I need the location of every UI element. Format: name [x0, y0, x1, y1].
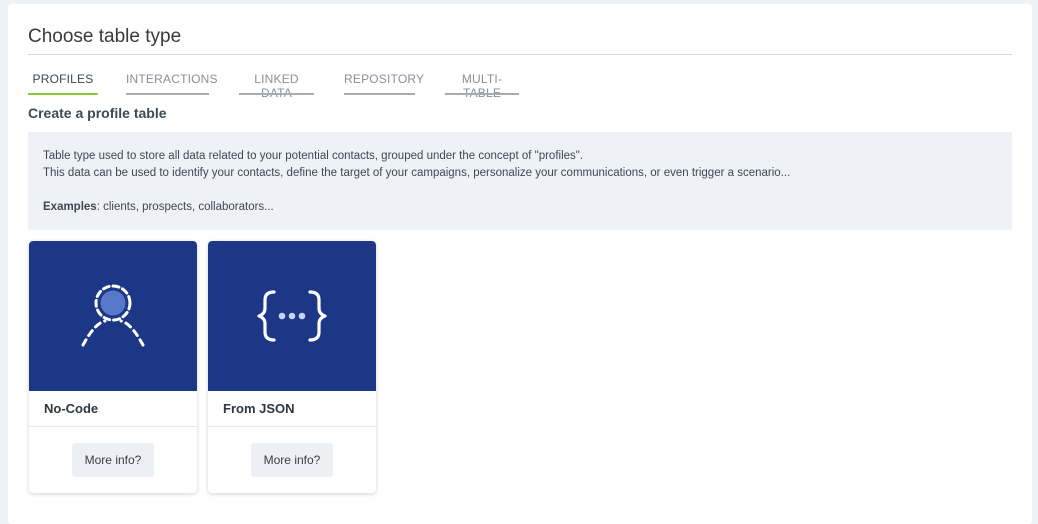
card-name: From JSON — [223, 401, 295, 416]
tab-label: LINKED DATA — [254, 72, 299, 100]
tab-underline — [445, 93, 519, 95]
tab-linked-data[interactable]: LINKED DATA — [239, 70, 314, 100]
card-no-code[interactable]: No-Code More info? — [29, 241, 197, 493]
examples-label: Examples — [43, 201, 97, 213]
table-type-description: Table type used to store all data relate… — [28, 132, 1012, 230]
tab-underline — [344, 93, 415, 95]
user-dashed-icon — [81, 284, 145, 347]
tab-underline — [28, 93, 98, 95]
card-divider — [29, 426, 197, 427]
tab-underline — [239, 93, 314, 95]
more-info-button[interactable]: More info? — [251, 443, 333, 477]
tab-label: REPOSITORY — [344, 72, 425, 86]
section-title: Create a profile table — [28, 105, 167, 121]
page-title: Choose table type — [28, 26, 182, 47]
card-name: No-Code — [44, 401, 99, 416]
tab-label: PROFILES — [32, 72, 94, 86]
tab-multi-table[interactable]: MULTI-TABLE — [445, 70, 519, 100]
card-hero — [208, 241, 376, 391]
tab-interactions[interactable]: INTERACTIONS — [126, 70, 218, 95]
card-hero — [29, 241, 197, 391]
tab-repository[interactable]: REPOSITORY — [344, 70, 424, 95]
tab-underline — [126, 93, 209, 95]
examples-text: : clients, prospects, collaborators... — [96, 201, 274, 213]
description-line-1: Table type used to store all data relate… — [43, 150, 584, 162]
examples-line: Examples: clients, prospects, collaborat… — [43, 199, 997, 216]
json-braces-icon — [257, 290, 327, 342]
title-divider — [28, 54, 1012, 55]
tab-label: INTERACTIONS — [126, 72, 218, 86]
tab-label: MULTI-TABLE — [461, 72, 503, 100]
description-line-2: This data can be used to identify your c… — [43, 167, 791, 179]
card-from-json[interactable]: From JSON More info? — [208, 241, 376, 493]
main-panel: Choose table type PROFILES INTERACTIONS … — [8, 4, 1032, 524]
card-divider — [208, 426, 376, 427]
tab-profiles[interactable]: PROFILES — [28, 70, 98, 95]
more-info-button[interactable]: More info? — [72, 443, 154, 477]
